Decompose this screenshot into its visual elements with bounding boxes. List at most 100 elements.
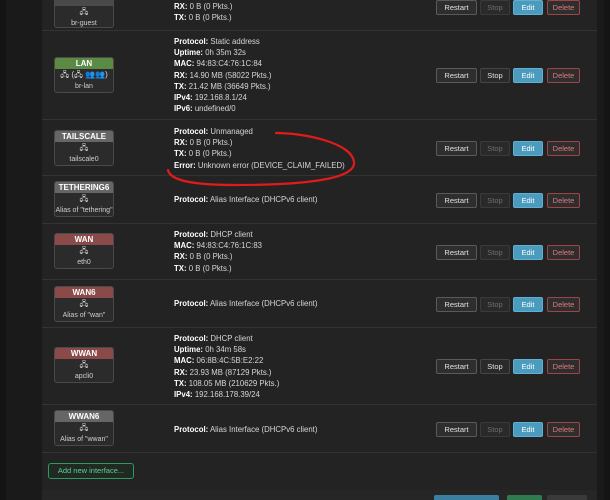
status-line: RX: 14.90 MB (58022 Pkts.) <box>174 70 272 81</box>
restart-button[interactable]: Restart <box>436 422 477 437</box>
status-line: RX: 0 B (0 Pkts.) <box>174 251 262 262</box>
delete-button[interactable]: Delete <box>547 193 580 208</box>
status-label: MAC: <box>174 241 195 251</box>
edit-button[interactable]: Edit <box>513 0 543 15</box>
status-line: Protocol: Unmanaged <box>174 126 345 137</box>
restart-button[interactable]: Restart <box>436 68 477 83</box>
edit-button[interactable]: Edit <box>513 141 543 156</box>
delete-button[interactable]: Delete <box>547 68 580 83</box>
interface-device: tailscale0 <box>69 156 99 163</box>
status-value: DHCP client <box>210 230 253 239</box>
status-label: RX: <box>174 367 188 377</box>
status-value: 23.93 MB (87129 Pkts.) <box>189 367 272 377</box>
interface-status: Protocol: DHCP client MAC: 94:83:C4:76:1C… <box>174 229 262 274</box>
edit-button[interactable]: Edit <box>513 193 543 208</box>
interface-device: br-lan <box>75 83 93 90</box>
stop-button[interactable]: Stop <box>480 68 510 83</box>
interface-badge: WAN6 🖧 Alias of "wan" <box>54 286 114 322</box>
delete-button[interactable]: Delete <box>547 359 580 374</box>
stop-button[interactable]: Stop <box>480 193 510 208</box>
network-port-icon: 🖧 <box>79 246 89 255</box>
save-apply-button[interactable] <box>434 495 499 500</box>
stop-button[interactable]: Stop <box>480 297 510 312</box>
status-line: RX: 0 B (0 Pkts.) <box>174 1 233 12</box>
status-line: Protocol: DHCP client <box>174 229 262 240</box>
interface-actions: Restart Stop Edit Delete <box>436 0 586 15</box>
interface-actions: Restart Stop Edit Delete <box>436 68 586 83</box>
interface-device: Alias of "tethering" <box>55 207 113 214</box>
restart-button[interactable]: Restart <box>436 297 477 312</box>
add-new-interface-button[interactable]: Add new interface... <box>48 463 134 479</box>
edit-button[interactable]: Edit <box>513 68 543 83</box>
status-value: Alias Interface (DHCPv6 client) <box>209 195 318 204</box>
edit-button[interactable]: Edit <box>513 245 543 260</box>
save-button[interactable] <box>507 495 542 500</box>
interface-device: Alias of "wwan" <box>60 436 108 443</box>
status-value: 0 B (0 Pkts.) <box>189 2 233 11</box>
stop-button[interactable]: Stop <box>480 422 510 437</box>
status-label: TX: <box>174 378 187 388</box>
status-value: Alias Interface (DHCPv6 client) <box>209 425 318 434</box>
status-label: TX: <box>174 81 187 91</box>
stop-button[interactable]: Stop <box>480 359 510 374</box>
status-label: IPv4: <box>174 93 193 103</box>
interface-actions: Restart Stop Edit Delete <box>436 359 586 374</box>
status-line: MAC: 06:8B:4C:5B:E2:22 <box>174 355 279 366</box>
delete-button[interactable]: Delete <box>547 422 580 437</box>
interface-status: Protocol: Static address Uptime: 0h 35m 3… <box>174 36 272 114</box>
delete-button[interactable]: Delete <box>547 245 580 260</box>
interface-badge: WAN 🖧 eth0 <box>54 233 114 269</box>
edit-button[interactable]: Edit <box>513 297 543 312</box>
stop-button[interactable]: Stop <box>480 141 510 156</box>
interface-status: Protocol: Unmanaged RX: 0 B (0 Pkts.) TX: … <box>174 126 345 171</box>
status-label: Protocol: <box>174 299 209 308</box>
interface-status: RX: 0 B (0 Pkts.) TX: 0 B (0 Pkts.) <box>174 1 233 23</box>
status-value: 0 B (0 Pkts.) <box>189 252 233 262</box>
status-line: IPv4: 192.168.8.1/24 <box>174 92 272 103</box>
network-port-icon: 🖧 <box>79 360 89 369</box>
interface-status: Protocol: Alias Interface (DHCPv6 client… <box>174 424 317 435</box>
status-line: IPv6: undefined/0 <box>174 103 272 114</box>
interface-device: Alias of "wan" <box>62 312 106 319</box>
status-line: TX: 21.42 MB (36649 Pkts.) <box>174 81 272 92</box>
edit-button[interactable]: Edit <box>513 422 543 437</box>
status-label: IPv6: <box>174 104 193 114</box>
restart-button[interactable]: Restart <box>436 193 477 208</box>
interface-name: LAN <box>55 58 113 69</box>
status-label: RX: <box>174 2 188 11</box>
restart-button[interactable]: Restart <box>436 245 477 260</box>
interface-name: TETHERING6 <box>55 182 113 193</box>
status-label: RX: <box>174 70 188 80</box>
restart-button[interactable]: Restart <box>436 0 477 15</box>
delete-button[interactable]: Delete <box>547 141 580 156</box>
interface-row-lan: LAN 🖧 (🖧 👥👥) br-lan Protocol: Static addres… <box>42 31 597 120</box>
interface-row-wan6: WAN6 🖧 Alias of "wan" Protocol: Alias Inter… <box>42 280 597 328</box>
status-line: TX: 0 B (0 Pkts.) <box>174 148 345 159</box>
delete-button[interactable]: Delete <box>547 297 580 312</box>
interface-status: Protocol: Alias Interface (DHCPv6 client… <box>174 298 317 309</box>
status-label: RX: <box>174 252 188 262</box>
interface-actions: Restart Stop Edit Delete <box>436 297 586 312</box>
interface-badge: WWAN 🖧 apcli0 <box>54 347 114 383</box>
status-label: Protocol: <box>174 127 209 136</box>
interface-name: WWAN <box>55 348 113 359</box>
edit-button[interactable]: Edit <box>513 359 543 374</box>
restart-button[interactable]: Restart <box>436 359 477 374</box>
interface-name: WWAN6 <box>55 411 113 422</box>
reset-button[interactable] <box>547 495 587 500</box>
status-label: TX: <box>174 13 187 23</box>
status-line: Protocol: Static address <box>174 36 272 47</box>
status-line: TX: 108.05 MB (210629 Pkts.) <box>174 378 279 389</box>
delete-button[interactable]: Delete <box>547 0 580 15</box>
stop-button[interactable]: Stop <box>480 245 510 260</box>
stop-button[interactable]: Stop <box>480 0 510 15</box>
status-value: 108.05 MB (210629 Pkts.) <box>188 378 280 388</box>
restart-button[interactable]: Restart <box>436 141 477 156</box>
interface-row-tethering6: TETHERING6 🖧 Alias of "tethering" Protocol:… <box>42 176 597 224</box>
status-label: TX: <box>174 263 187 273</box>
status-value: 0 B (0 Pkts.) <box>189 138 233 148</box>
status-label: MAC: <box>174 59 195 69</box>
status-line: Protocol: DHCP client <box>174 333 279 344</box>
status-value: 06:8B:4C:5B:E2:22 <box>196 356 264 366</box>
interface-status: Protocol: Alias Interface (DHCPv6 client… <box>174 194 317 205</box>
